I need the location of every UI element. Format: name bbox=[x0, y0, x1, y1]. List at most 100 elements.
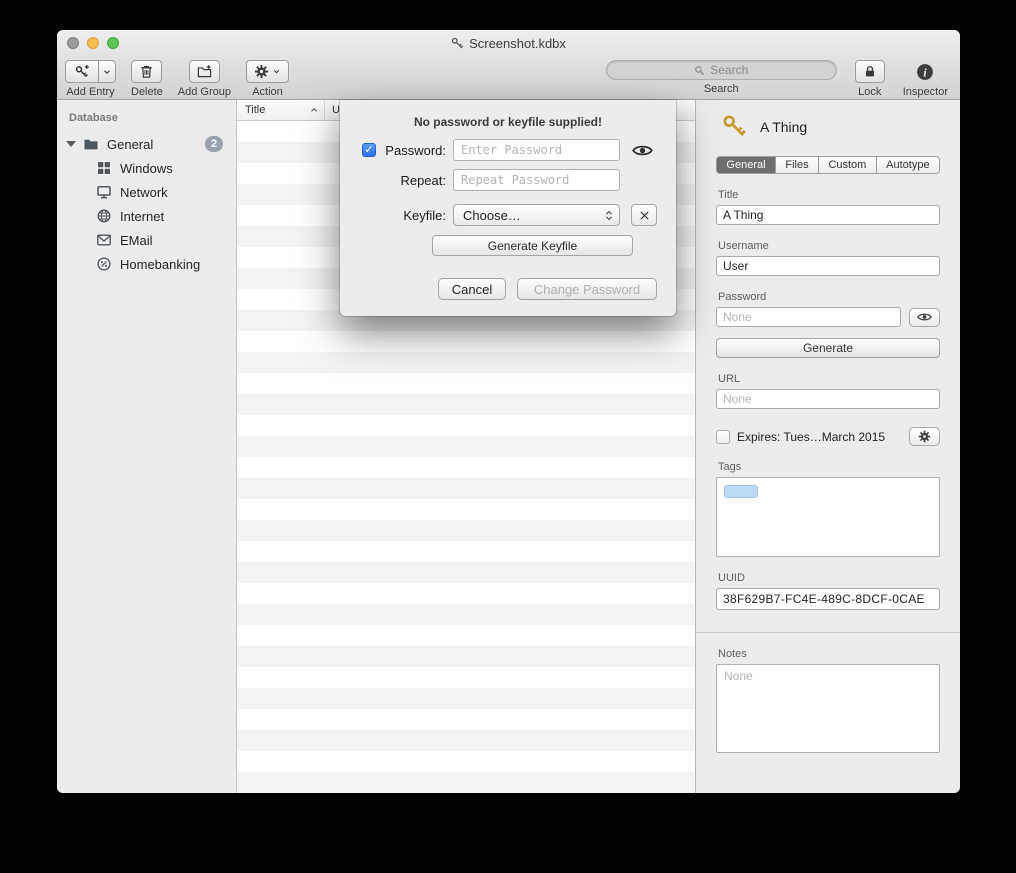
action-label: Action bbox=[252, 86, 283, 98]
tags-label: Tags bbox=[718, 461, 940, 473]
sidebar-item-internet[interactable]: Internet bbox=[57, 204, 236, 228]
sheet-password-label: Password: bbox=[380, 143, 446, 158]
delete-item: Delete bbox=[131, 60, 163, 98]
sidebar-item-windows[interactable]: Windows bbox=[57, 156, 236, 180]
tag-token[interactable] bbox=[724, 485, 758, 498]
search-item: Search Search bbox=[606, 60, 837, 95]
monitor-icon bbox=[96, 184, 112, 200]
tab-general[interactable]: General bbox=[717, 157, 776, 173]
sidebar: Database General 2 Windows Network Inter… bbox=[57, 100, 237, 793]
repeat-password-input[interactable] bbox=[453, 169, 620, 191]
minimize-button[interactable] bbox=[87, 37, 99, 49]
uuid-label: UUID bbox=[718, 572, 940, 584]
notes-label: Notes bbox=[718, 648, 940, 660]
title-field[interactable] bbox=[716, 205, 940, 225]
password-field[interactable] bbox=[716, 307, 901, 327]
titlebar[interactable]: Screenshot.kdbx bbox=[57, 30, 960, 56]
chevron-down-icon bbox=[102, 67, 112, 77]
entry-count-badge: 2 bbox=[205, 136, 223, 152]
sidebar-item-email[interactable]: EMail bbox=[57, 228, 236, 252]
key-plus-icon bbox=[75, 64, 90, 79]
add-entry-label: Add Entry bbox=[66, 86, 114, 98]
action-item: Action bbox=[246, 60, 289, 98]
notes-field[interactable] bbox=[716, 664, 940, 753]
generate-password-button[interactable]: Generate bbox=[716, 338, 940, 358]
expires-settings-button[interactable] bbox=[909, 427, 940, 446]
sort-ascending-icon bbox=[309, 105, 319, 115]
window-chrome: Screenshot.kdbx Add Entry D bbox=[57, 30, 960, 100]
entry-title: A Thing bbox=[760, 119, 807, 135]
password-checkbox[interactable] bbox=[362, 143, 376, 157]
percent-coin-icon bbox=[96, 256, 112, 272]
folder-icon bbox=[83, 136, 99, 152]
change-password-sheet: No password or keyfile supplied! Passwor… bbox=[340, 100, 676, 316]
sidebar-item-label: Homebanking bbox=[120, 257, 200, 272]
chevron-down-icon bbox=[272, 67, 281, 76]
inspector-item: Inspector bbox=[903, 60, 948, 98]
sidebar-item-homebanking[interactable]: Homebanking bbox=[57, 252, 236, 276]
change-password-button[interactable]: Change Password bbox=[517, 278, 657, 300]
tab-files[interactable]: Files bbox=[776, 157, 819, 173]
tab-autotype[interactable]: Autotype bbox=[877, 157, 939, 173]
sidebar-item-general[interactable]: General 2 bbox=[57, 132, 236, 156]
windows-icon bbox=[96, 160, 112, 176]
inspector-divider bbox=[696, 632, 960, 633]
tab-custom[interactable]: Custom bbox=[819, 157, 877, 173]
gear-icon bbox=[254, 64, 269, 79]
add-entry-button[interactable] bbox=[65, 60, 99, 83]
add-entry-dropdown[interactable] bbox=[99, 60, 116, 83]
sheet-repeat-row: Repeat: bbox=[362, 169, 658, 191]
generate-keyfile-button[interactable]: Generate Keyfile bbox=[432, 235, 633, 256]
lock-button[interactable] bbox=[855, 60, 885, 83]
inspector-panel: A Thing General Files Custom Autotype Ti… bbox=[695, 100, 960, 793]
gear-icon bbox=[918, 430, 931, 443]
expires-label: Expires: Tues…March 2015 bbox=[737, 430, 885, 444]
window-title: Screenshot.kdbx bbox=[469, 36, 566, 51]
keyfile-popup-value: Choose… bbox=[463, 208, 521, 223]
delete-button[interactable] bbox=[131, 60, 162, 83]
info-icon bbox=[916, 63, 934, 81]
action-button[interactable] bbox=[246, 60, 289, 83]
toolbar: Add Entry Delete Add Group Action bbox=[57, 56, 960, 100]
sheet-reveal-password-button[interactable] bbox=[627, 140, 658, 160]
keyfile-popup-button[interactable]: Choose… bbox=[453, 204, 620, 226]
window-title-area: Screenshot.kdbx bbox=[57, 30, 960, 56]
inspector-tabs: General Files Custom Autotype bbox=[716, 156, 940, 174]
url-field[interactable] bbox=[716, 389, 940, 409]
folder-plus-icon bbox=[197, 64, 212, 79]
app-window: Screenshot.kdbx Add Entry D bbox=[57, 30, 960, 793]
title-field-label: Title bbox=[718, 189, 940, 201]
keyfile-clear-button[interactable] bbox=[631, 204, 657, 226]
close-button[interactable] bbox=[67, 37, 79, 49]
disclosure-triangle-icon[interactable] bbox=[66, 141, 76, 147]
sidebar-item-network[interactable]: Network bbox=[57, 180, 236, 204]
sheet-actions: Cancel Change Password bbox=[438, 278, 658, 300]
search-input[interactable]: Search bbox=[606, 60, 837, 80]
reveal-password-button[interactable] bbox=[909, 308, 940, 327]
expires-checkbox[interactable] bbox=[716, 430, 730, 444]
uuid-field[interactable] bbox=[716, 588, 940, 610]
traffic-lights bbox=[67, 37, 119, 49]
password-row bbox=[716, 307, 940, 327]
search-icon bbox=[694, 65, 705, 76]
new-password-input[interactable] bbox=[453, 139, 620, 161]
username-field[interactable] bbox=[716, 256, 940, 276]
add-group-button[interactable] bbox=[189, 60, 220, 83]
sheet-keyfile-row: Keyfile: Choose… bbox=[362, 204, 658, 226]
inspector-toggle-button[interactable] bbox=[912, 60, 938, 83]
entry-key-icon bbox=[722, 114, 747, 139]
column-username-label: U bbox=[332, 104, 340, 116]
sheet-message: No password or keyfile supplied! bbox=[340, 115, 676, 129]
cancel-button[interactable]: Cancel bbox=[438, 278, 506, 300]
document-key-icon bbox=[451, 37, 464, 50]
column-title-label: Title bbox=[245, 104, 265, 116]
column-header-title[interactable]: Title bbox=[237, 100, 325, 120]
eye-icon bbox=[632, 143, 653, 158]
url-field-label: URL bbox=[718, 373, 940, 385]
lock-icon bbox=[863, 64, 877, 79]
inspector-label: Inspector bbox=[903, 86, 948, 98]
tags-box[interactable] bbox=[716, 477, 940, 557]
zoom-button[interactable] bbox=[107, 37, 119, 49]
search-placeholder: Search bbox=[710, 63, 748, 77]
sidebar-item-label: EMail bbox=[120, 233, 153, 248]
